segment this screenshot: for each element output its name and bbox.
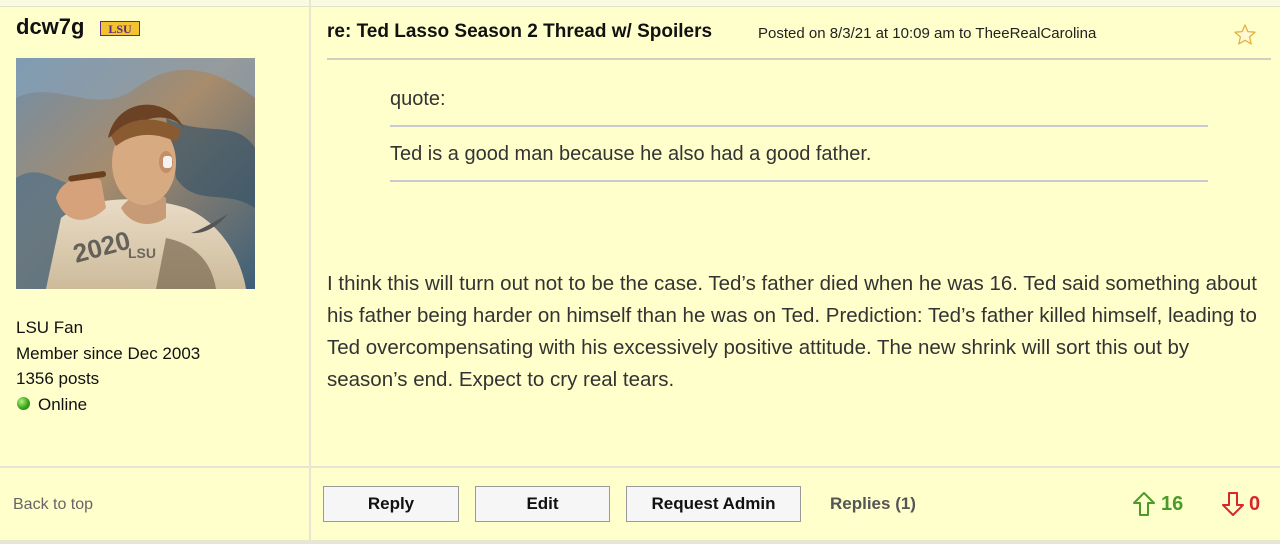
svg-text:LSU: LSU: [128, 245, 156, 261]
post-meta: Posted on 8/3/21 at 10:09 am to TheeReal…: [758, 25, 1096, 42]
arrow-down-icon[interactable]: [1221, 491, 1245, 517]
reply-button[interactable]: Reply: [323, 486, 459, 522]
posted-on-text: Posted on 8/3/21 at 10:09 am to: [758, 25, 972, 42]
replies-link[interactable]: Replies (1): [830, 494, 916, 514]
header-divider: [327, 58, 1271, 60]
lsu-team-badge: LSU: [100, 21, 140, 36]
team-badge-label: LSU: [108, 22, 132, 36]
request-admin-button[interactable]: Request Admin: [626, 486, 801, 522]
star-icon[interactable]: [1233, 23, 1257, 47]
post-count: 1356 posts: [16, 369, 100, 388]
top-divider: [0, 0, 1280, 7]
quote-text: Ted is a good man because he also had a …: [390, 143, 872, 165]
quote-top-rule: [390, 125, 1208, 127]
avatar[interactable]: 2020 LSU: [16, 58, 255, 289]
downvote-count: 0: [1249, 493, 1261, 515]
column-divider: [309, 0, 311, 544]
online-dot-icon: [17, 397, 30, 410]
bottom-divider: [0, 540, 1280, 544]
reply-to-user-link[interactable]: TheeRealCarolina: [975, 25, 1096, 42]
member-since: Member since Dec 2003: [16, 344, 201, 363]
post-body: I think this will turn out not to be the…: [327, 272, 1257, 391]
arrow-up-icon[interactable]: [1132, 491, 1156, 517]
quote-bottom-rule: [390, 180, 1208, 182]
fan-affiliation: LSU Fan: [16, 318, 84, 337]
username-link[interactable]: dcw7g: [16, 14, 84, 40]
quote-label: quote:: [390, 88, 446, 110]
back-to-top-link[interactable]: Back to top: [13, 496, 93, 514]
online-status: Online: [38, 395, 88, 414]
upvote-count: 16: [1161, 493, 1184, 515]
edit-button[interactable]: Edit: [475, 486, 610, 522]
footer-divider: [0, 466, 1280, 468]
post-title[interactable]: re: Ted Lasso Season 2 Thread w/ Spoiler…: [327, 21, 712, 43]
